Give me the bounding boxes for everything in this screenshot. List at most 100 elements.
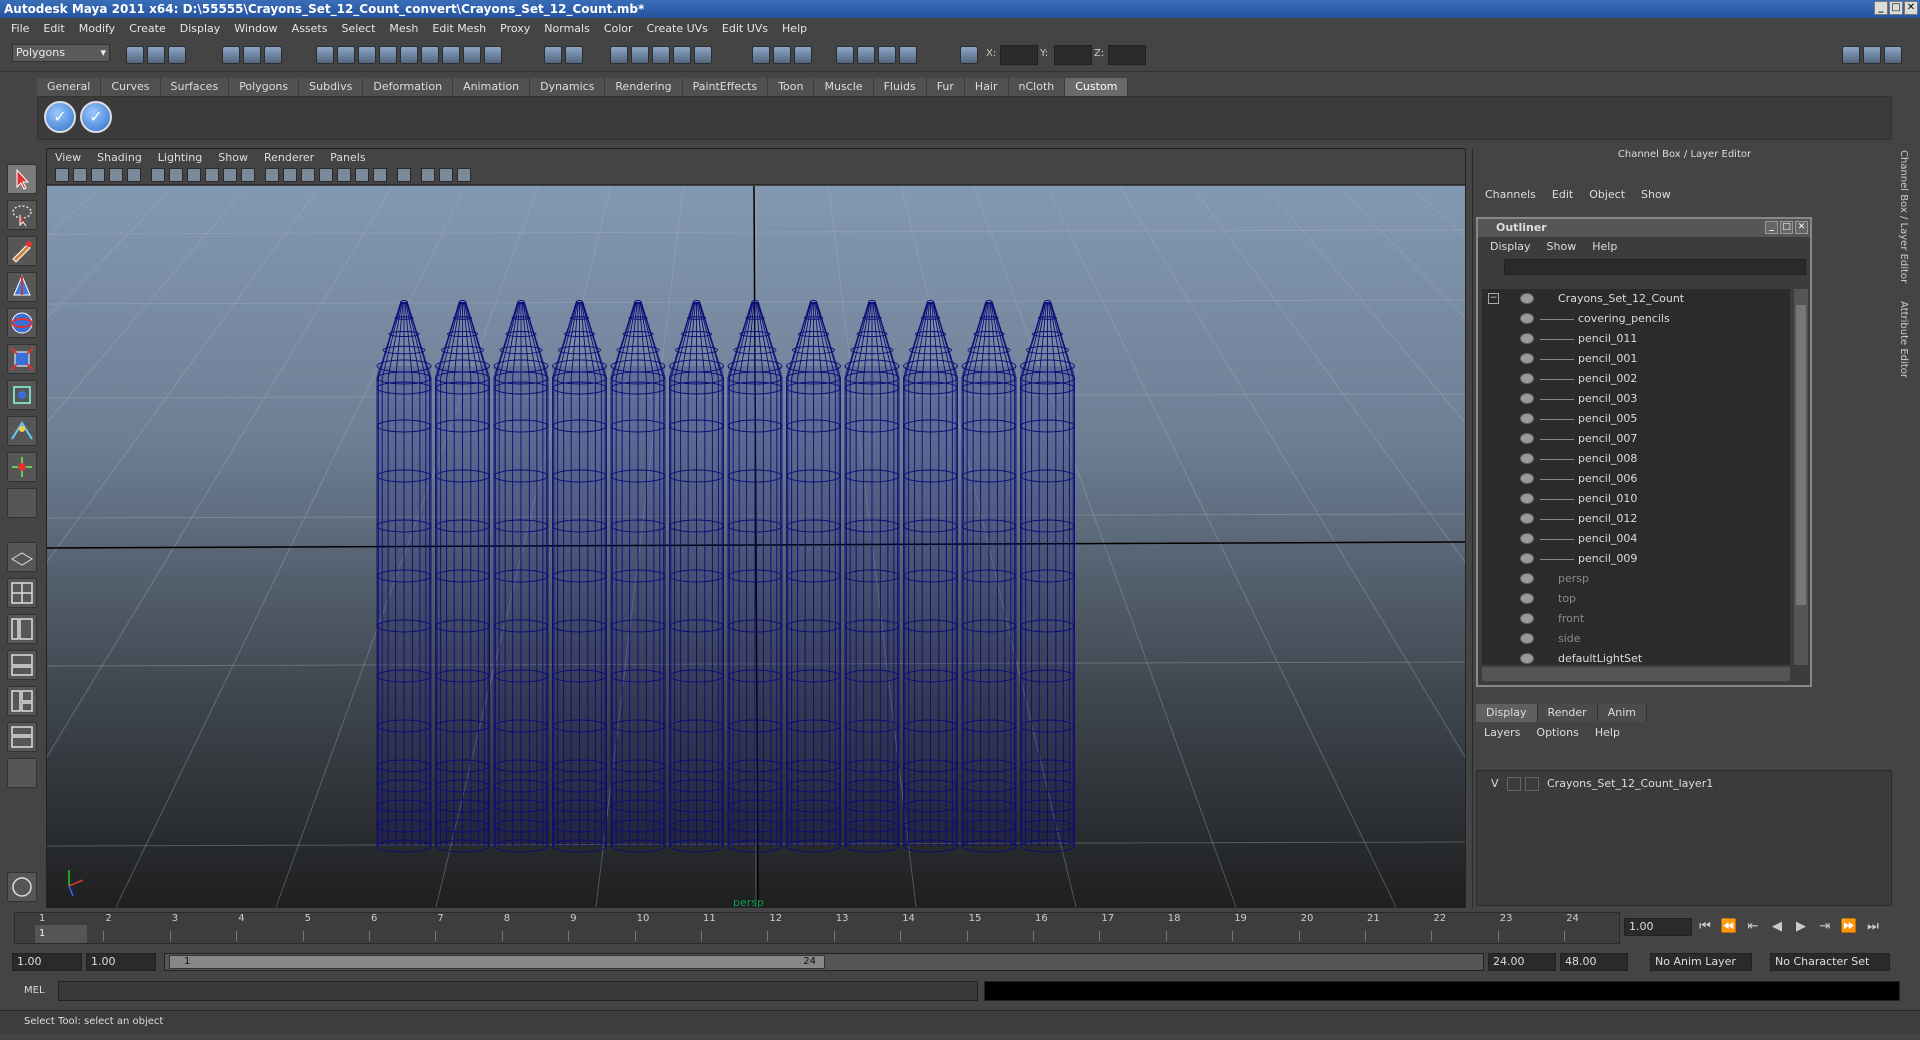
viewport-menu-panels[interactable]: Panels — [322, 151, 373, 164]
safe-action-icon[interactable] — [241, 168, 255, 182]
outliner-close-button[interactable]: ✕ — [1795, 221, 1808, 234]
film-gate-icon[interactable] — [169, 168, 183, 182]
outliner-menu-show[interactable]: Show — [1539, 240, 1585, 253]
smooth-shade-icon[interactable] — [283, 168, 297, 182]
menu-file[interactable]: File — [4, 22, 36, 35]
outliner-minimize-button[interactable]: _ — [1765, 221, 1778, 234]
lasso-tool-icon[interactable] — [7, 200, 37, 230]
menu-proxy[interactable]: Proxy — [493, 22, 537, 35]
outliner-camera-node[interactable]: front — [1482, 609, 1790, 629]
z-field[interactable] — [1108, 45, 1146, 65]
pick-render-icon[interactable] — [442, 46, 460, 64]
lock-selection-icon[interactable] — [544, 46, 562, 64]
step-back-icon[interactable]: ⏪ — [1720, 918, 1738, 936]
outliner-scroll-thumb[interactable] — [1796, 305, 1806, 605]
snap-grid-icon[interactable] — [610, 46, 628, 64]
shelf-tab-rendering[interactable]: Rendering — [605, 78, 683, 96]
go-to-start-icon[interactable]: ⏮ — [1696, 918, 1714, 936]
menu-set-dropdown[interactable]: Polygons — [12, 44, 110, 62]
two-d-pan-icon[interactable] — [127, 168, 141, 182]
channel-box-menu-channels[interactable]: Channels — [1477, 188, 1544, 201]
menu-normals[interactable]: Normals — [537, 22, 597, 35]
use-all-lights-icon[interactable] — [337, 168, 351, 182]
scale-tool-icon[interactable] — [7, 344, 37, 374]
shelf-tab-hair[interactable]: Hair — [964, 78, 1009, 96]
channel-box-menu-edit[interactable]: Edit — [1544, 188, 1581, 201]
layer-row[interactable]: V Crayons_Set_12_Count_layer1 — [1477, 775, 1891, 793]
viewport-menu-renderer[interactable]: Renderer — [256, 151, 322, 164]
layer-template-toggle[interactable] — [1507, 777, 1521, 791]
camera-attributes-icon[interactable] — [73, 168, 87, 182]
outliner-child-node[interactable]: pencil_003 — [1482, 389, 1790, 409]
dope-sheet-layout-icon[interactable] — [7, 722, 37, 752]
single-view-layout-icon[interactable] — [7, 542, 37, 572]
step-back-key-icon[interactable]: ⇤ — [1744, 918, 1762, 936]
select-component-icon[interactable] — [264, 46, 282, 64]
play-forwards-icon[interactable]: ▶ — [1792, 918, 1810, 936]
snap-plane-icon[interactable] — [673, 46, 691, 64]
move-tool-icon[interactable] — [7, 272, 37, 302]
command-language-label[interactable]: MEL — [24, 985, 45, 996]
pick-dynamic-icon[interactable] — [421, 46, 439, 64]
menu-create-uvs[interactable]: Create UVs — [640, 22, 715, 35]
wireframe-icon[interactable] — [265, 168, 279, 182]
render-view-icon[interactable] — [836, 46, 854, 64]
shelf-tab-deformation[interactable]: Deformation — [363, 78, 454, 96]
shelf-tab-toon[interactable]: Toon — [768, 78, 815, 96]
four-view-layout-icon[interactable] — [7, 578, 37, 608]
edge-tab-attribute-editor[interactable]: Attribute Editor — [1898, 301, 1909, 378]
field-chart-icon[interactable] — [223, 168, 237, 182]
end-time-field[interactable]: 48.00 — [1560, 953, 1628, 971]
range-bar[interactable]: 1 24 — [164, 953, 1484, 971]
soft-mod-tool-icon[interactable] — [7, 416, 37, 446]
outliner-horizontal-scrollbar[interactable] — [1482, 667, 1790, 681]
layer-menu-help[interactable]: Help — [1587, 726, 1628, 739]
toggle-channel-box-icon[interactable] — [1884, 46, 1902, 64]
outliner-camera-node[interactable]: persp — [1482, 569, 1790, 589]
shelf-tab-custom[interactable]: Custom — [1065, 78, 1129, 96]
persp-graph-layout-icon[interactable] — [7, 650, 37, 680]
shelf-tab-animation[interactable]: Animation — [453, 78, 531, 96]
absolute-transform-icon[interactable] — [960, 46, 978, 64]
input-ops-icon[interactable] — [752, 46, 770, 64]
time-slider[interactable]: 1 2 3 4 5 6 7 8 9 10 11 12 13 14 15 16 17 18 19 20 21 22 23 24 1 — [14, 912, 1620, 944]
menu-assets[interactable]: Assets — [285, 22, 335, 35]
outliner-maximize-button[interactable]: □ — [1780, 221, 1793, 234]
outliner-child-node[interactable]: pencil_004 — [1482, 529, 1790, 549]
shelf-tab-general[interactable]: General — [37, 78, 102, 96]
snap-live-icon[interactable] — [694, 46, 712, 64]
step-forward-icon[interactable]: ⏩ — [1840, 918, 1858, 936]
outliner-camera-node[interactable]: side — [1482, 629, 1790, 649]
shelf-tab-polygons[interactable]: Polygons — [229, 78, 300, 96]
viewport-canvas[interactable]: persp — [47, 186, 1465, 907]
pick-curve-icon[interactable] — [358, 46, 376, 64]
high-quality-icon[interactable] — [373, 168, 387, 182]
current-time-marker[interactable]: 1 — [35, 925, 87, 943]
snap-point-icon[interactable] — [652, 46, 670, 64]
layer-menu-layers[interactable]: Layers — [1476, 726, 1528, 739]
toggle-attribute-editor-icon[interactable] — [1842, 46, 1860, 64]
pick-joint-icon[interactable] — [337, 46, 355, 64]
last-tool-icon[interactable] — [7, 488, 37, 518]
step-forward-key-icon[interactable]: ⇥ — [1816, 918, 1834, 936]
outliner-child-node[interactable]: pencil_011 — [1482, 329, 1790, 349]
pick-surface-icon[interactable] — [379, 46, 397, 64]
shelf-tab-fluids[interactable]: Fluids — [873, 78, 927, 96]
render-settings-icon[interactable] — [899, 46, 917, 64]
outliner-child-node[interactable]: pencil_008 — [1482, 449, 1790, 469]
universal-manipulator-icon[interactable] — [7, 380, 37, 410]
outliner-camera-node[interactable]: top — [1482, 589, 1790, 609]
layer-tab-render[interactable]: Render — [1537, 704, 1598, 722]
menu-modify[interactable]: Modify — [72, 22, 122, 35]
grid-icon[interactable] — [151, 168, 165, 182]
output-ops-icon[interactable] — [773, 46, 791, 64]
gate-mask-icon[interactable] — [205, 168, 219, 182]
menu-create[interactable]: Create — [122, 22, 173, 35]
wireframe-on-shaded-icon[interactable] — [301, 168, 315, 182]
select-camera-icon[interactable] — [55, 168, 69, 182]
highlight-selection-icon[interactable] — [565, 46, 583, 64]
layer-name[interactable]: Crayons_Set_12_Count_layer1 — [1547, 775, 1713, 793]
outliner-child-node[interactable]: pencil_001 — [1482, 349, 1790, 369]
shelf-tab-subdivs[interactable]: Subdivs — [299, 78, 364, 96]
save-scene-icon[interactable] — [168, 46, 186, 64]
